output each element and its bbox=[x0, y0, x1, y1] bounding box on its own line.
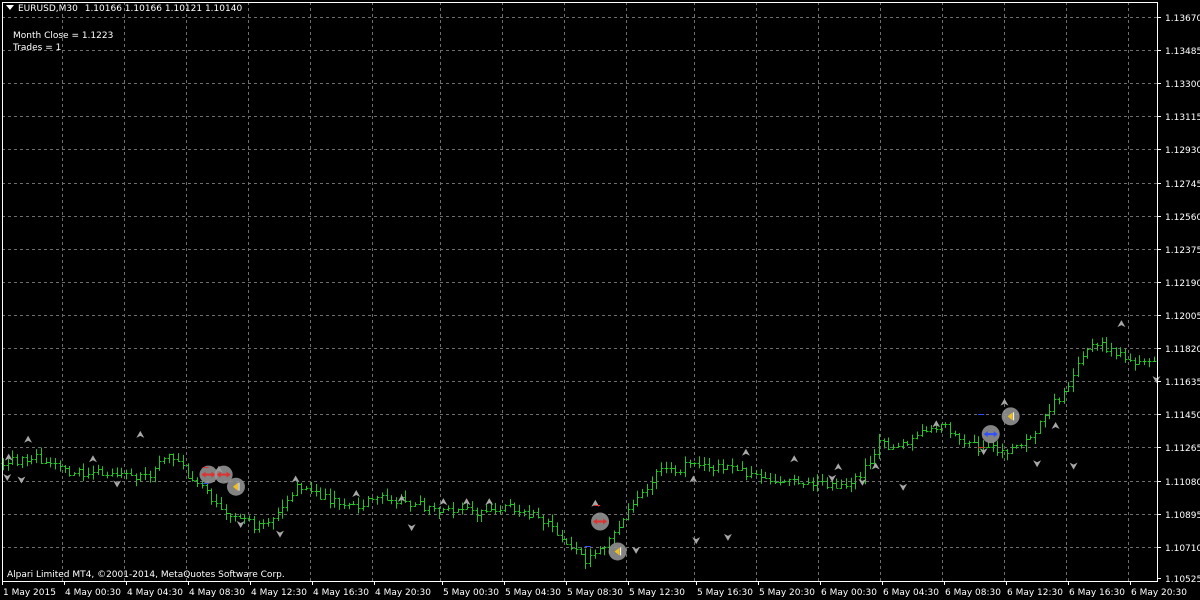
time-tick-label: 5 May 08:30 bbox=[567, 588, 623, 598]
time-tick-label: 5 May 00:30 bbox=[443, 588, 499, 598]
time-tick-label: 4 May 08:30 bbox=[189, 588, 245, 598]
price-tick-label: 1.13485 bbox=[1165, 47, 1200, 57]
sell-close-icon[interactable] bbox=[981, 425, 1000, 444]
time-tick-label: 5 May 12:30 bbox=[629, 588, 685, 598]
time-tick-label: 6 May 20:30 bbox=[1131, 588, 1187, 598]
price-tick-label: 1.11265 bbox=[1165, 444, 1200, 454]
price-tick-label: 1.12560 bbox=[1165, 213, 1200, 223]
time-tick-label: 1 May 2015 bbox=[3, 588, 56, 598]
collapse-triangle-icon[interactable] bbox=[6, 5, 14, 10]
price-tick-label: 1.13670 bbox=[1165, 14, 1200, 24]
price-tick-label: 1.10525 bbox=[1165, 575, 1200, 585]
price-tick-label: 1.13115 bbox=[1165, 113, 1200, 123]
indicator-info: Month Close = 1.1223 Trades = 1 bbox=[13, 30, 113, 54]
exit-marker-icon[interactable] bbox=[608, 542, 627, 561]
time-tick-label: 5 May 04:30 bbox=[505, 588, 561, 598]
symbol-timeframe: EURUSD,M30 bbox=[18, 4, 78, 14]
price-tick-label: 1.13300 bbox=[1165, 80, 1200, 90]
time-tick-label: 6 May 12:30 bbox=[1007, 588, 1063, 598]
month-close-label: Month Close = 1.1223 bbox=[13, 31, 114, 41]
price-tick-label: 1.10895 bbox=[1165, 511, 1200, 521]
price-tick-label: 1.11450 bbox=[1165, 411, 1200, 421]
time-tick-label: 4 May 00:30 bbox=[65, 588, 121, 598]
price-tick-label: 1.12005 bbox=[1165, 312, 1200, 322]
trades-count-label: Trades = 1 bbox=[13, 43, 62, 53]
price-tick-label: 1.12745 bbox=[1165, 180, 1200, 190]
time-tick-label: 6 May 04:30 bbox=[883, 588, 939, 598]
time-tick-label: 6 May 08:30 bbox=[945, 588, 1001, 598]
buy-close-icon[interactable] bbox=[591, 512, 610, 531]
price-tick-label: 1.11635 bbox=[1165, 378, 1200, 388]
time-tick-label: 4 May 04:30 bbox=[127, 588, 183, 598]
time-tick-label: 4 May 16:30 bbox=[313, 588, 369, 598]
price-tick-label: 1.12930 bbox=[1165, 146, 1200, 156]
price-chart[interactable]: 1.13670 1.13485 1.13300 1.13115 1.12930 1.127… bbox=[0, 0, 1200, 600]
exit-marker-icon[interactable] bbox=[226, 477, 245, 496]
time-tick-label: 5 May 20:30 bbox=[759, 588, 815, 598]
chart-background bbox=[0, 0, 1200, 600]
time-tick-label: 6 May 16:30 bbox=[1069, 588, 1125, 598]
time-tick-label: 6 May 00:30 bbox=[821, 588, 877, 598]
copyright-notice: Alpari Limited MT4, ©2001-2014, MetaQuot… bbox=[7, 570, 285, 580]
price-tick-label: 1.10710 bbox=[1165, 544, 1200, 554]
time-tick-label: 5 May 16:30 bbox=[697, 588, 753, 598]
price-tick-label: 1.11080 bbox=[1165, 478, 1200, 488]
time-tick-label: 4 May 20:30 bbox=[375, 588, 431, 598]
chart-header[interactable]: EURUSD,M30 1.10166 1.10166 1.10121 1.101… bbox=[6, 4, 242, 14]
exit-marker-icon[interactable] bbox=[1001, 407, 1020, 426]
ohlc-values: 1.10166 1.10166 1.10121 1.10140 bbox=[84, 4, 243, 14]
price-tick-label: 1.11820 bbox=[1165, 345, 1200, 355]
price-tick-label: 1.12190 bbox=[1165, 279, 1200, 289]
price-tick-label: 1.12375 bbox=[1165, 246, 1200, 256]
time-tick-label: 4 May 12:30 bbox=[251, 588, 307, 598]
